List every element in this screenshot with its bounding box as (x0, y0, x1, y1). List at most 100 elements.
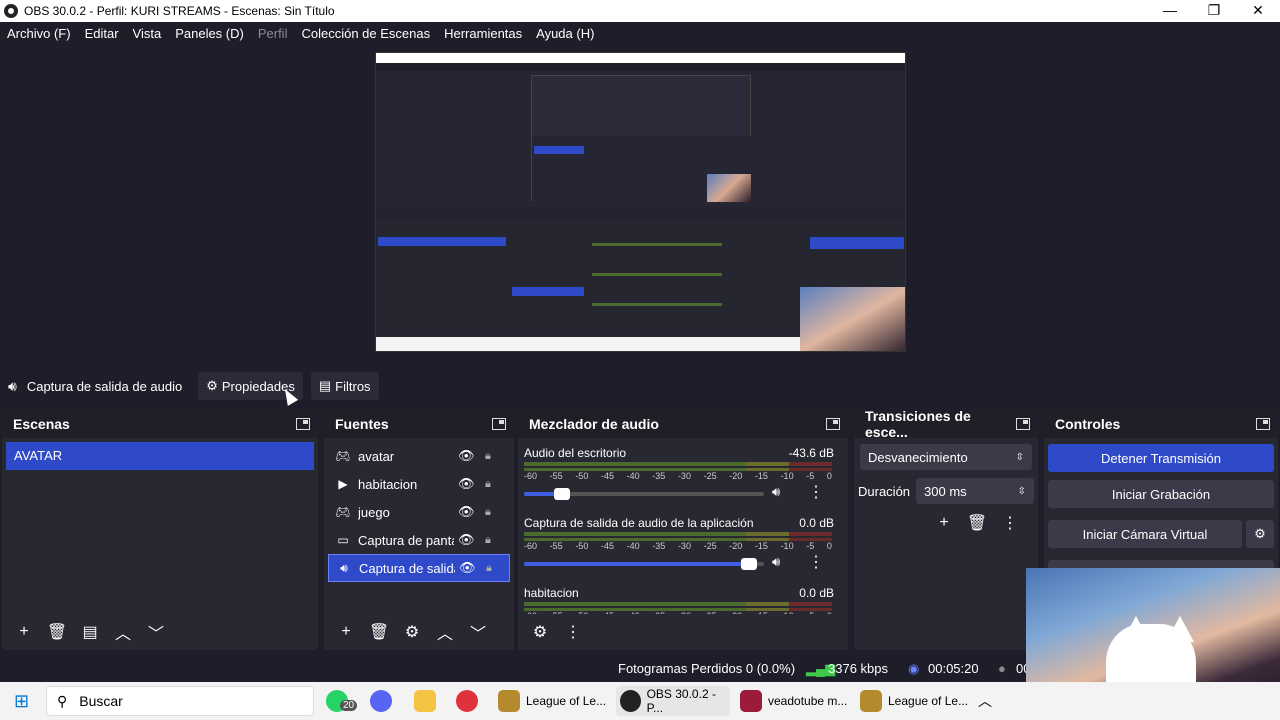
menu-herramientas[interactable]: Herramientas (444, 26, 522, 41)
whatsapp-badge: 20 (340, 700, 358, 711)
undock-icon[interactable] (1256, 418, 1270, 430)
taskbar-obs[interactable]: OBS 30.0.2 - P... (616, 686, 730, 716)
duration-spinbox[interactable]: 300 ms ⇳ (916, 478, 1035, 504)
discord-icon[interactable] (370, 686, 398, 716)
menu-editar[interactable]: Editar (85, 26, 119, 41)
scene-item[interactable]: AVATAR (6, 442, 314, 470)
lock-icon[interactable]: 🔒︎ (485, 450, 491, 463)
slider-knob[interactable] (553, 488, 570, 500)
source-row-avatar[interactable]: 🎮︎ avatar 👁︎ 🔒︎ (328, 442, 510, 470)
audio-mixer-dock: Mezclador de audio Audio del escritorio -… (518, 410, 848, 650)
meter-tick: -45 (600, 541, 614, 551)
eye-icon[interactable]: 👁︎ (458, 504, 475, 520)
move-up-button[interactable]: ︿ (109, 619, 137, 645)
move-up-button[interactable]: ︿ (431, 619, 459, 645)
source-row-juego[interactable]: 🎮︎ juego 👁︎ 🔒︎ (328, 498, 510, 526)
play-icon: ▶ (338, 477, 348, 491)
lock-icon[interactable]: 🔒︎ (485, 506, 491, 519)
whatsapp-icon[interactable]: 20 (326, 686, 358, 716)
controls-title: Controles (1055, 416, 1121, 432)
trash-icon[interactable]: 🗑︎ (365, 619, 393, 645)
channel-db: 0.0 dB (799, 516, 834, 530)
dropped-frames: Fotogramas Perdidos 0 (0.0%) (618, 661, 796, 676)
more-options-icon[interactable]: ⋮ (559, 619, 587, 645)
restore-button[interactable]: ❐ (1192, 0, 1236, 22)
filter-icon[interactable]: ▤ (76, 619, 104, 645)
filters-button[interactable]: ▤ Filtros (310, 372, 379, 400)
menu-coleccion-escenas[interactable]: Colección de Escenas (301, 26, 430, 41)
meter-tick: 0 (826, 541, 832, 551)
minimize-button[interactable]: — (1148, 0, 1192, 22)
stop-stream-button[interactable]: Detener Transmisión (1048, 444, 1274, 472)
updown-arrow-icon: ⇳ (1017, 485, 1027, 497)
updown-arrow-icon: ⇳ (1015, 451, 1024, 463)
gamepad-icon: 🎮︎ (335, 505, 351, 519)
windows-start-icon[interactable]: ⊞ (14, 686, 29, 716)
undock-icon[interactable] (296, 418, 310, 430)
speaker-icon: 🔊︎ (8, 377, 17, 394)
source-row-habitacion[interactable]: ▶ habitacion 👁︎ 🔒︎ (328, 470, 510, 498)
trash-icon[interactable]: 🗑︎ (963, 510, 991, 536)
eye-icon[interactable]: 👁︎ (458, 448, 475, 464)
eye-icon[interactable]: 👁︎ (458, 532, 475, 548)
menu-perfil[interactable]: Perfil (258, 26, 288, 41)
trash-icon[interactable]: 🗑︎ (43, 619, 71, 645)
volume-meter (524, 532, 832, 536)
move-down-button[interactable]: ﹀ (464, 619, 492, 645)
nested-sourcebar (376, 207, 905, 221)
taskbar-league-2[interactable]: League of Le... (860, 686, 970, 716)
speaker-icon[interactable]: 🔊︎ (772, 484, 780, 500)
undock-icon[interactable] (492, 418, 506, 430)
virtual-cam-gear-icon[interactable]: ⚙ (1246, 520, 1274, 548)
record-icon: ● (998, 661, 1006, 676)
opera-icon[interactable] (456, 686, 484, 716)
close-button[interactable]: ✕ (1236, 0, 1280, 22)
transition-select[interactable]: Desvanecimiento ⇳ (860, 444, 1032, 470)
speaker-icon[interactable]: 🔊︎ (772, 554, 780, 570)
undock-icon[interactable] (1016, 418, 1030, 430)
menu-vista[interactable]: Vista (133, 26, 162, 41)
more-options-icon[interactable]: ⋮ (808, 552, 824, 572)
meter-tick: -35 (652, 471, 666, 481)
channel-name: Audio del escritorio (524, 446, 627, 460)
move-down-button[interactable]: ﹀ (142, 619, 170, 645)
volume-slider[interactable] (524, 558, 764, 570)
transitions-title: Transiciones de esce... (865, 408, 971, 440)
volume-slider[interactable] (524, 488, 764, 500)
gear-icon[interactable]: ⚙ (398, 619, 426, 645)
more-options-icon[interactable]: ⋮ (808, 482, 824, 502)
slider-knob[interactable] (740, 558, 757, 570)
menu-archivo[interactable]: Archivo (F) (7, 26, 71, 41)
obs-icon (620, 690, 641, 712)
lock-icon[interactable]: 🔒︎ (486, 562, 492, 575)
lock-icon[interactable]: 🔒︎ (485, 478, 491, 491)
menu-ayuda[interactable]: Ayuda (H) (536, 26, 594, 41)
more-options-icon[interactable]: ⋮ (996, 510, 1024, 536)
add-transition-button[interactable]: + (930, 510, 958, 536)
add-scene-button[interactable]: + (10, 619, 38, 645)
meter-tick: -15 (754, 471, 768, 481)
eye-icon[interactable]: 👁︎ (459, 560, 476, 576)
lock-icon[interactable]: 🔒︎ (485, 534, 491, 547)
eye-icon[interactable]: 👁︎ (458, 476, 475, 492)
undock-icon[interactable] (826, 418, 840, 430)
sources-title: Fuentes (335, 416, 389, 432)
menu-paneles[interactable]: Paneles (D) (175, 26, 244, 41)
meter-tick: -15 (754, 541, 768, 551)
start-virtual-camera-button[interactable]: Iniciar Cámara Virtual (1048, 520, 1242, 548)
meter-tick: -40 (626, 541, 640, 551)
source-row-captura-pantalla[interactable]: ▭ Captura de panta 👁︎ 🔒︎ (328, 526, 510, 554)
windows-taskbar: ⊞ ⚲ Buscar 20 League of Le... OBS 30.0.2… (0, 682, 1280, 720)
monitor-icon: ▭ (337, 533, 349, 547)
add-source-button[interactable]: + (332, 619, 360, 645)
taskbar-veadotube[interactable]: veadotube m... (740, 686, 850, 716)
taskbar-league-1[interactable]: League of Le... (498, 686, 608, 716)
source-row-captura-salida[interactable]: 🔊︎ Captura de salida 👁︎ 🔒︎ (328, 554, 510, 582)
file-explorer-icon[interactable] (414, 686, 442, 716)
advanced-audio-gear-icon[interactable]: ⚙ (526, 619, 554, 645)
program-preview[interactable] (375, 52, 906, 352)
chevron-up-icon[interactable]: ︿ (978, 686, 992, 716)
meter-tick: 0 (826, 471, 832, 481)
start-recording-button[interactable]: Iniciar Grabación (1048, 480, 1274, 508)
taskbar-search[interactable]: ⚲ Buscar (46, 686, 314, 716)
